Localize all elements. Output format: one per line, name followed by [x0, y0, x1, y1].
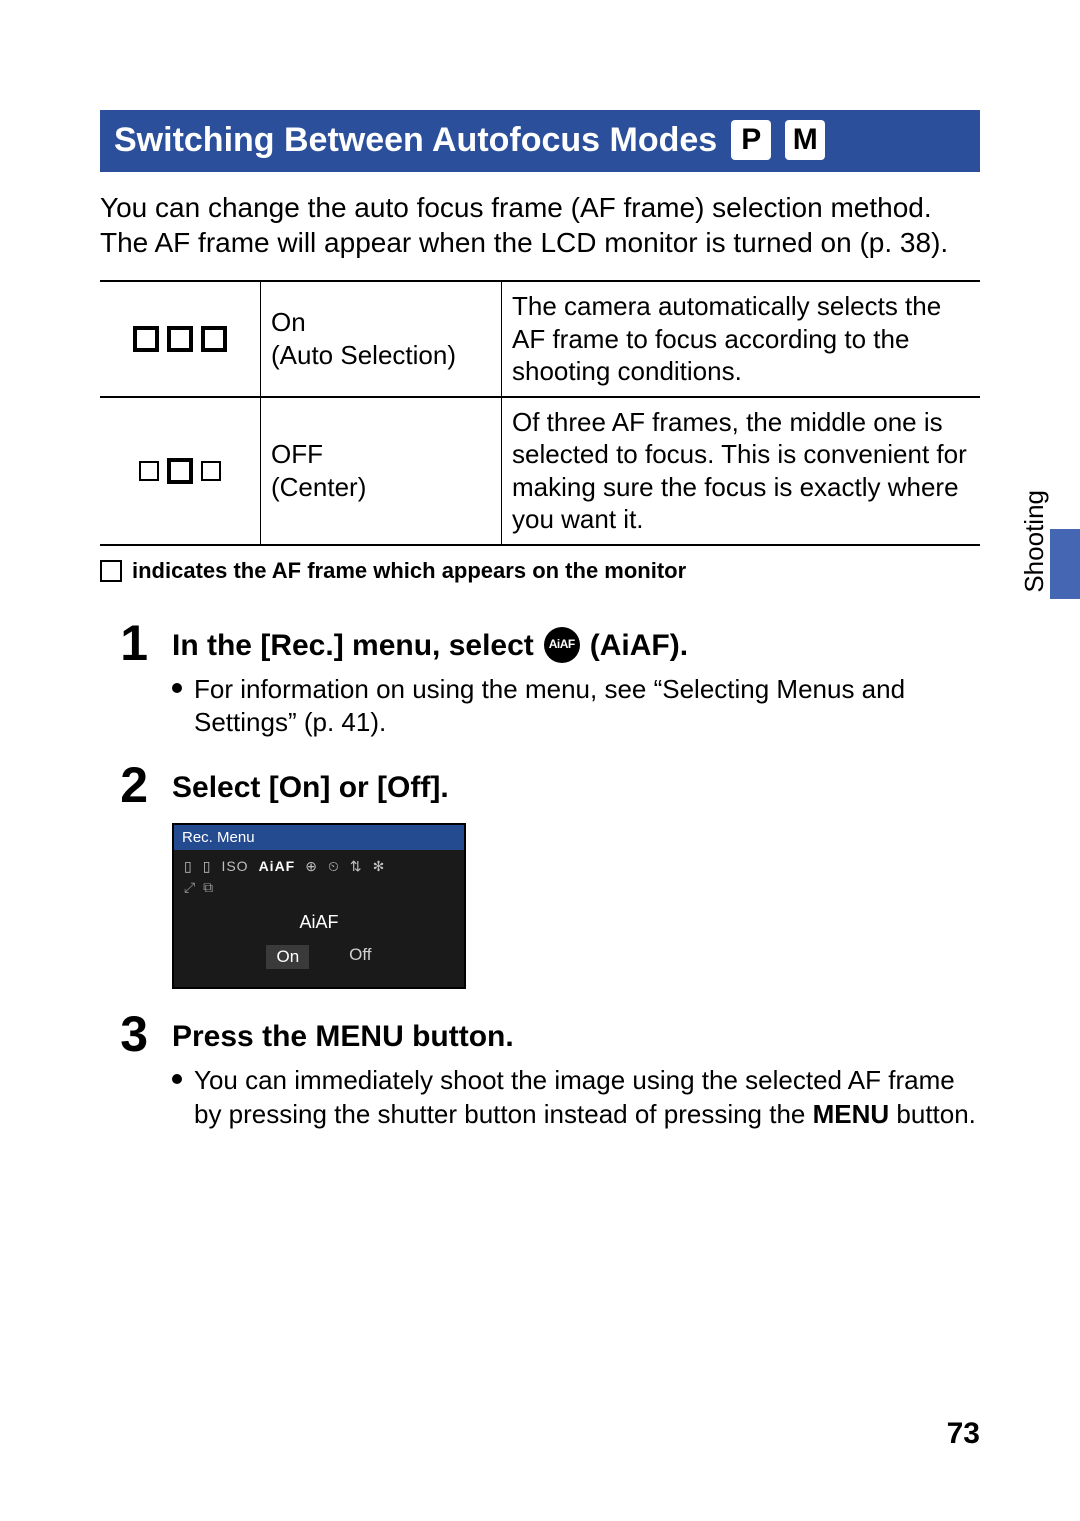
step-bullets: For information on using the menu, see “… — [172, 673, 980, 741]
step-number: 2 — [100, 760, 148, 810]
af-frame-icon-auto — [110, 326, 250, 352]
lcd-glyph: ▯ — [203, 858, 212, 875]
lcd-option-on: On — [266, 945, 309, 969]
lcd-title: Rec. Menu — [174, 825, 464, 850]
step-title: Press the MENU button. — [172, 1009, 980, 1056]
lcd-icon-row-2: ⤢ ⧉ — [174, 879, 464, 906]
af-modes-table: On (Auto Selection) The camera automatic… — [100, 280, 980, 546]
section-heading: Switching Between Autofocus Modes P M — [100, 110, 980, 172]
step-number: 1 — [100, 618, 148, 668]
square-icon — [133, 326, 159, 352]
menu-bold: MENU — [813, 1099, 890, 1129]
lcd-glyph: ⇅ — [350, 858, 363, 875]
step-bullets: You can immediately shoot the image usin… — [172, 1064, 980, 1132]
square-icon — [100, 560, 122, 582]
step-title: In the [Rec.] menu, select AiAF (AiAF). — [172, 618, 980, 665]
setting-sub: (Center) — [271, 471, 491, 504]
aiaf-icon: AiAF — [544, 627, 580, 663]
step-list: 1 In the [Rec.] menu, select AiAF (AiAF)… — [100, 618, 980, 1132]
square-icon — [167, 326, 193, 352]
lcd-glyph: ✻ — [373, 858, 386, 875]
af-frame-icon-center — [110, 458, 250, 484]
step-title-text: Select [On] or [Off]. — [172, 768, 449, 807]
square-icon — [167, 458, 193, 484]
bullet-item: You can immediately shoot the image usin… — [172, 1064, 980, 1132]
section-tab-color — [1050, 529, 1080, 599]
bullet-item: For information on using the menu, see “… — [172, 673, 980, 741]
lcd-mode-label: AiAF — [174, 906, 464, 941]
step-title: Select [On] or [Off]. — [172, 760, 980, 807]
lcd-glyph: ⊕ — [305, 858, 318, 875]
square-icon — [201, 326, 227, 352]
step-3: 3 Press the MENU button. You can immedia… — [100, 1009, 980, 1132]
manual-page: Switching Between Autofocus Modes P M Yo… — [0, 0, 1080, 1521]
square-icon — [201, 461, 221, 481]
setting-name: OFF — [271, 438, 491, 471]
lcd-glyph: ▯ — [184, 858, 193, 875]
mode-badge-m: M — [785, 120, 825, 160]
step-1: 1 In the [Rec.] menu, select AiAF (AiAF)… — [100, 618, 980, 741]
step-number: 3 — [100, 1009, 148, 1059]
table-row: On (Auto Selection) The camera automatic… — [100, 281, 980, 397]
page-number: 73 — [947, 1417, 980, 1451]
table-footnote: indicates the AF frame which appears on … — [100, 558, 980, 584]
step-title-text: In the [Rec.] menu, select — [172, 626, 534, 665]
table-row: OFF (Center) Of three AF frames, the mid… — [100, 397, 980, 545]
setting-name: On — [271, 306, 491, 339]
square-icon — [139, 461, 159, 481]
heading-text: Switching Between Autofocus Modes — [114, 121, 717, 160]
setting-description: The camera automatically selects the AF … — [502, 281, 981, 397]
lcd-option-off: Off — [349, 945, 371, 969]
setting-sub: (Auto Selection) — [271, 339, 491, 372]
step-2: 2 Select [On] or [Off]. Rec. Menu ▯ ▯ IS… — [100, 760, 980, 989]
section-tab: Shooting — [1013, 480, 1080, 599]
lcd-icon-row: ▯ ▯ ISO AiAF ⊕ ⏲ ⇅ ✻ — [174, 850, 464, 879]
step-title-text: Press the MENU button. — [172, 1017, 514, 1056]
mode-badge-p: P — [731, 120, 771, 160]
lcd-screenshot: Rec. Menu ▯ ▯ ISO AiAF ⊕ ⏲ ⇅ ✻ ⤢ ⧉ AiAF — [172, 823, 466, 989]
lcd-glyph: ISO — [221, 858, 248, 875]
step-title-text: (AiAF). — [590, 626, 688, 665]
setting-description: Of three AF frames, the middle one is se… — [502, 397, 981, 545]
lcd-glyph: ⏲ — [328, 858, 340, 875]
footnote-text: indicates the AF frame which appears on … — [132, 558, 686, 584]
lcd-glyph: AiAF — [259, 858, 296, 875]
section-tab-label: Shooting — [1013, 480, 1050, 599]
lcd-options: On Off — [174, 941, 464, 987]
intro-paragraph: You can change the auto focus frame (AF … — [100, 190, 980, 260]
